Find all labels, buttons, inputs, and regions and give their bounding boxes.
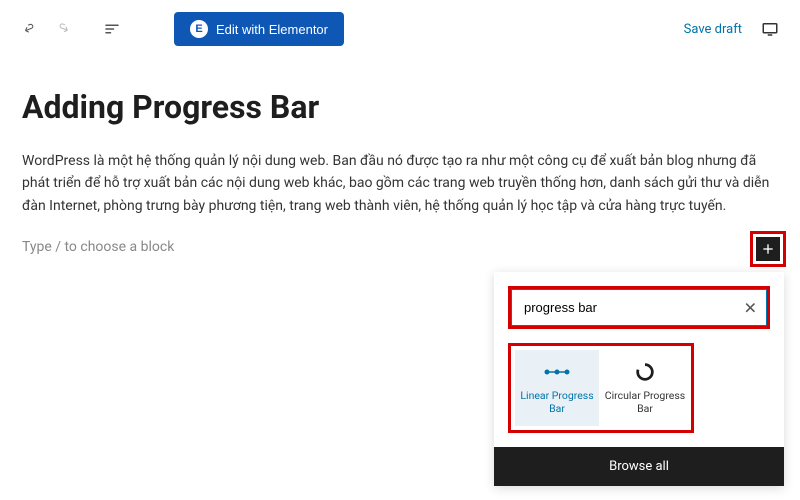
block-circular-progress-bar[interactable]: Circular Progress Bar (603, 350, 687, 426)
page-title[interactable]: Adding Progress Bar (22, 88, 778, 126)
editor-content: Adding Progress Bar WordPress là một hệ … (0, 58, 800, 255)
block-label: Circular Progress Bar (603, 390, 687, 415)
elementor-logo-icon: E (190, 20, 208, 38)
empty-block-row[interactable]: Type / to choose a block (22, 239, 778, 255)
redo-icon[interactable] (52, 17, 76, 41)
toolbar-right: Save draft (684, 17, 782, 41)
edit-with-elementor-button[interactable]: E Edit with Elementor (174, 12, 344, 46)
block-linear-progress-bar[interactable]: Linear Progress Bar (515, 350, 599, 426)
elementor-button-label: Edit with Elementor (216, 22, 328, 37)
results-grid: Linear Progress Bar Circular Progress Ba… (515, 350, 687, 426)
inserter-search-wrap: ✕ (494, 272, 784, 343)
save-draft-link[interactable]: Save draft (684, 22, 742, 37)
block-label: Linear Progress Bar (515, 390, 599, 415)
post-description[interactable]: WordPress là một hệ thống quản lý nội du… (22, 150, 778, 217)
details-icon[interactable] (100, 17, 124, 41)
undo-icon[interactable] (18, 17, 42, 41)
add-block-button[interactable] (756, 237, 780, 261)
results-highlight: Linear Progress Bar Circular Progress Ba… (508, 343, 694, 433)
block-inserter-popover: ✕ Linear Progress Bar Circular Progress … (494, 272, 784, 486)
circular-progress-icon (634, 360, 656, 384)
add-block-highlight (750, 231, 786, 267)
browse-all-button[interactable]: Browse all (494, 447, 784, 486)
editor-toolbar: E Edit with Elementor Save draft (0, 0, 800, 58)
clear-search-icon[interactable]: ✕ (744, 298, 757, 317)
block-search-input[interactable] (511, 289, 767, 326)
linear-progress-icon (543, 360, 571, 384)
preview-device-icon[interactable] (758, 17, 782, 41)
block-placeholder-text: Type / to choose a block (22, 239, 174, 255)
search-highlight: ✕ (508, 286, 770, 329)
inserter-results: Linear Progress Bar Circular Progress Ba… (494, 343, 784, 447)
